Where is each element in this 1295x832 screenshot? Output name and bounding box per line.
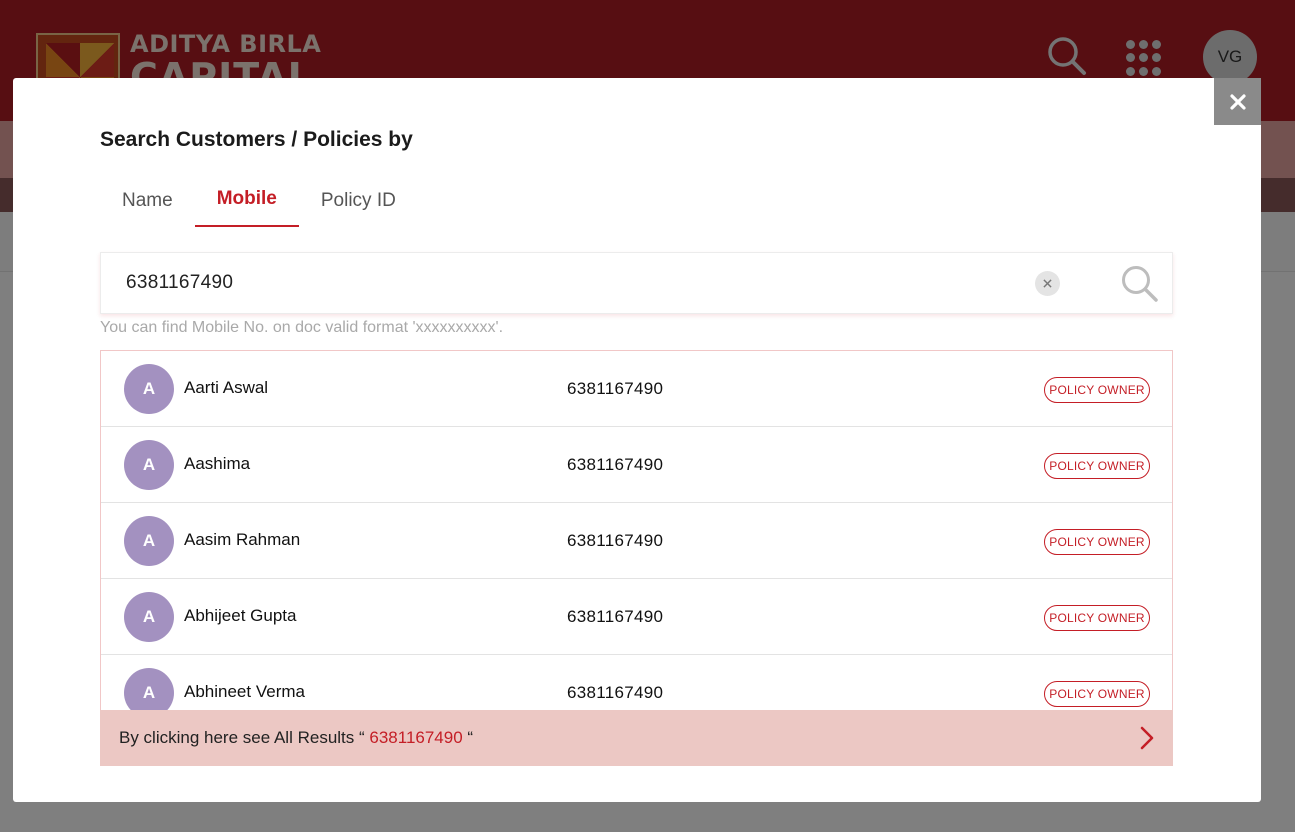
clear-icon[interactable] [1035, 271, 1060, 296]
role-badge: POLICY OWNER [1044, 605, 1150, 631]
list-item[interactable]: A Aarti Aswal 6381167490 POLICY OWNER [101, 351, 1172, 427]
close-icon[interactable] [1214, 78, 1261, 125]
search-input[interactable]: 6381167490 [100, 252, 1173, 314]
customer-name: Abhineet Verma [184, 682, 305, 701]
role-badge: POLICY OWNER [1044, 453, 1150, 479]
tab-policy-id[interactable]: Policy ID [299, 180, 418, 227]
customer-avatar: A [124, 440, 174, 490]
customer-name: Aashima [184, 454, 251, 473]
modal-title: Search Customers / Policies by [100, 128, 413, 151]
customer-mobile: 6381167490 [567, 455, 664, 474]
customer-avatar: A [124, 516, 174, 566]
customer-mobile: 6381167490 [567, 683, 664, 702]
customer-name: Abhijeet Gupta [184, 606, 297, 625]
customer-avatar: A [124, 364, 174, 414]
customer-mobile: 6381167490 [567, 531, 664, 550]
tab-name[interactable]: Name [100, 180, 195, 227]
see-all-query: 6381167490 [369, 728, 463, 747]
see-all-results-label: By clicking here see All Results “ 63811… [119, 728, 473, 748]
role-badge: POLICY OWNER [1044, 529, 1150, 555]
search-by-tabs: Name Mobile Policy ID [100, 180, 418, 227]
see-all-results-button[interactable]: By clicking here see All Results “ 63811… [100, 710, 1173, 766]
customer-mobile: 6381167490 [567, 379, 664, 398]
customer-avatar: A [124, 592, 174, 642]
list-item[interactable]: A Abhijeet Gupta 6381167490 POLICY OWNER [101, 579, 1172, 655]
customer-name: Aasim Rahman [184, 530, 301, 549]
search-icon[interactable] [1121, 265, 1159, 303]
chevron-right-icon [1138, 726, 1156, 750]
search-input-value[interactable]: 6381167490 [126, 272, 233, 294]
search-modal: Search Customers / Policies by Name Mobi… [13, 78, 1261, 802]
see-all-prefix: By clicking here see All Results “ [119, 728, 370, 747]
search-helper-text: You can find Mobile No. on doc valid for… [100, 319, 504, 336]
see-all-suffix: “ [462, 728, 474, 747]
list-item[interactable]: A Aashima 6381167490 POLICY OWNER [101, 427, 1172, 503]
tab-mobile[interactable]: Mobile [194, 180, 299, 227]
customer-name: Aarti Aswal [184, 378, 269, 397]
list-item[interactable]: A Aasim Rahman 6381167490 POLICY OWNER [101, 503, 1172, 579]
customer-mobile: 6381167490 [567, 607, 664, 626]
role-badge: POLICY OWNER [1044, 681, 1150, 707]
role-badge: POLICY OWNER [1044, 377, 1150, 403]
results-list: A Aarti Aswal 6381167490 POLICY OWNER A … [100, 350, 1173, 766]
